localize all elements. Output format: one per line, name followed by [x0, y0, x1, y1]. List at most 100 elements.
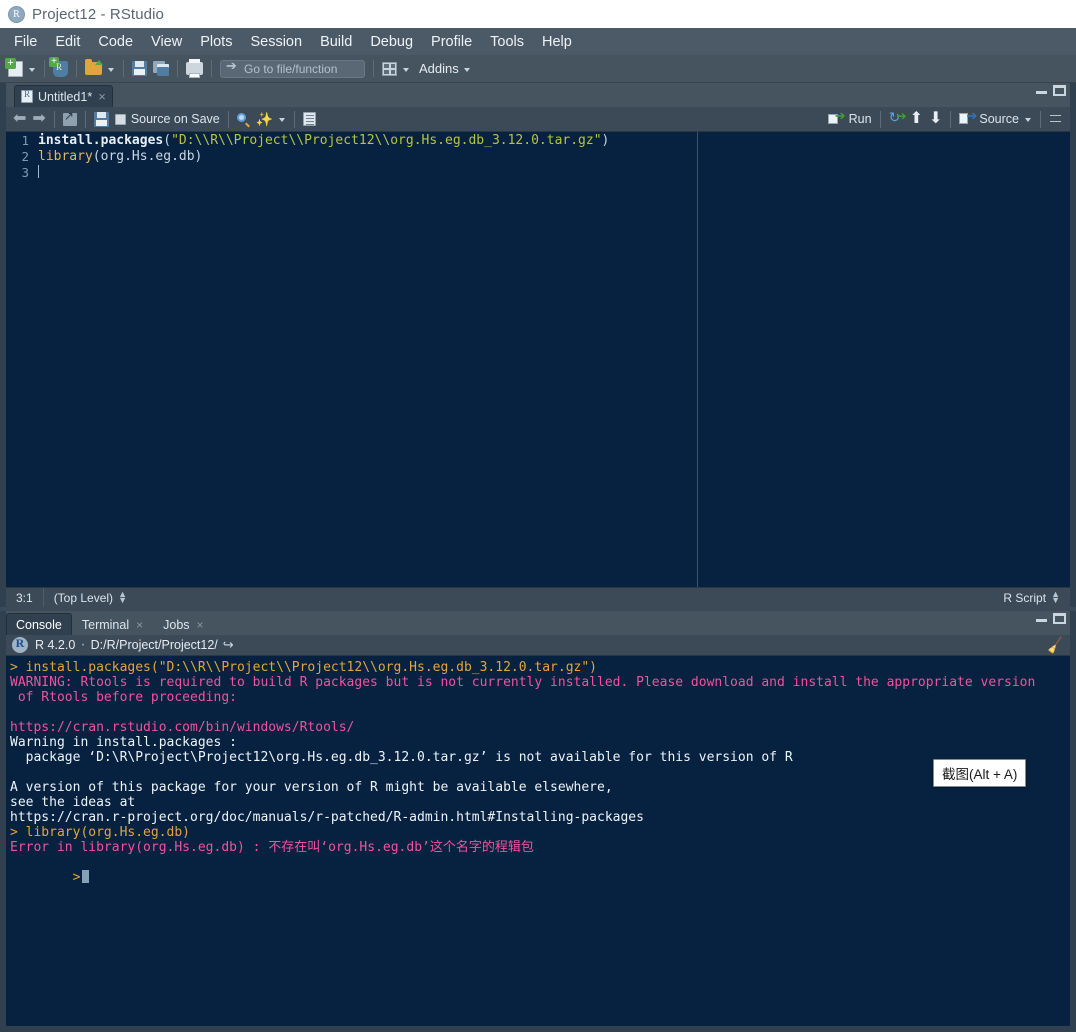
minimize-pane-icon[interactable] — [1036, 614, 1047, 623]
editor-save-button[interactable] — [92, 108, 111, 130]
rerun-button[interactable] — [887, 108, 906, 130]
console-output[interactable]: > install.packages("D:\\R\\Project\\Proj… — [6, 656, 1070, 1026]
new-file-icon — [8, 61, 23, 77]
close-icon[interactable]: × — [98, 89, 106, 104]
editor-tab-bar: Untitled1* × — [6, 83, 1070, 107]
chunk-down-icon: ⬇ — [929, 111, 942, 127]
back-arrow-icon[interactable]: ⬅ — [10, 111, 29, 127]
run-label: Run — [849, 112, 872, 126]
console-line: > library(org.Hs.eg.db) — [10, 825, 1070, 840]
console-line: see the ideas at — [10, 795, 1070, 810]
console-pane: Console Terminal × Jobs × R 4.2.0 · D:/R… — [0, 611, 1076, 1032]
console-line: https://cran.r-project.org/doc/manuals/r… — [10, 810, 1070, 825]
minimize-pane-icon[interactable] — [1036, 86, 1047, 95]
chevron-updown-icon: ▲▼ — [1051, 592, 1060, 603]
maximize-pane-icon[interactable] — [1053, 613, 1066, 624]
previous-chunk-button[interactable]: ⬆ — [908, 108, 925, 130]
tab-jobs[interactable]: Jobs × — [153, 613, 213, 635]
code-tools-button[interactable]: ✨ — [254, 108, 275, 130]
window-title: Project12 - RStudio — [32, 6, 164, 23]
source-button[interactable]: Source — [957, 108, 1021, 130]
compile-report-button[interactable] — [301, 108, 318, 130]
rstudio-window: R Project12 - RStudio File Edit Code Vie… — [0, 0, 1076, 1032]
editor-tab-untitled1[interactable]: Untitled1* × — [14, 85, 113, 107]
toolbar-separator — [1040, 111, 1041, 128]
menu-item-plots[interactable]: Plots — [192, 32, 240, 52]
print-icon — [186, 62, 203, 75]
tab-terminal[interactable]: Terminal × — [72, 613, 153, 635]
goto-file-function-input[interactable]: Go to file/function — [220, 60, 365, 78]
source-label: Source — [979, 112, 1019, 126]
console-line: Warning in install.packages : — [10, 735, 1070, 750]
toolbar-separator — [950, 111, 951, 128]
editor-tab-label: Untitled1* — [38, 90, 92, 104]
save-button[interactable] — [130, 58, 149, 80]
open-recent-dropdown-icon[interactable] — [108, 68, 114, 72]
menu-item-code[interactable]: Code — [90, 32, 141, 52]
pane-layout-button[interactable] — [380, 58, 399, 80]
chevron-updown-icon: ▲▼ — [118, 592, 127, 603]
console-cursor — [82, 870, 89, 883]
console-line — [10, 705, 1070, 720]
toolbar-separator — [123, 60, 124, 77]
new-file-button[interactable] — [6, 58, 25, 80]
new-project-icon — [53, 61, 68, 77]
broom-clear-console-icon[interactable]: 🧹 — [1045, 635, 1065, 655]
menu-item-session[interactable]: Session — [242, 32, 310, 52]
view-in-pane-icon[interactable]: ↪ — [223, 637, 234, 653]
code-scope-label: (Top Level) — [54, 591, 113, 605]
console-line: Error in library(org.Hs.eg.db) : 不存在叫‘or… — [10, 840, 1070, 855]
toolbar-separator — [294, 111, 295, 128]
toolbar-separator — [76, 60, 77, 77]
toolbar-separator — [880, 111, 881, 128]
addins-button[interactable]: Addins — [419, 61, 459, 76]
line-number: 1 — [6, 133, 38, 148]
close-icon[interactable]: × — [136, 618, 143, 632]
chunk-up-icon: ⬆ — [910, 111, 923, 127]
file-type-selector[interactable]: R Script ▲▼ — [993, 588, 1070, 607]
code-scope-selector[interactable]: (Top Level) ▲▼ — [44, 588, 137, 607]
forward-arrow-icon[interactable]: ➡ — [29, 111, 48, 127]
menu-item-profile[interactable]: Profile — [423, 32, 480, 52]
code-text — [38, 165, 39, 180]
source-on-save-label: Source on Save — [131, 112, 220, 126]
code-tools-dropdown-icon[interactable] — [279, 118, 285, 122]
source-dropdown-icon[interactable] — [1025, 118, 1031, 122]
compile-report-icon — [303, 112, 316, 126]
code-editor[interactable]: 1install.packages("D:\\R\\Project\\Proje… — [6, 132, 1070, 587]
new-file-dropdown-icon[interactable] — [29, 68, 35, 72]
text-cursor — [38, 165, 39, 178]
run-icon — [828, 113, 843, 125]
menu-item-file[interactable]: File — [6, 32, 45, 52]
menu-item-view[interactable]: View — [143, 32, 190, 52]
addins-dropdown-icon[interactable] — [464, 68, 470, 72]
document-outline-button[interactable] — [1047, 108, 1065, 130]
save-all-button[interactable] — [151, 58, 171, 80]
tab-console[interactable]: Console — [6, 613, 72, 635]
new-project-button[interactable] — [51, 58, 70, 80]
open-file-button[interactable] — [83, 58, 104, 80]
checkbox-icon — [115, 114, 126, 125]
menu-item-build[interactable]: Build — [312, 32, 360, 52]
print-button[interactable] — [184, 58, 205, 80]
code-token: "D:\\R\\Project\\Project12\\org.Hs.eg.db… — [171, 133, 601, 148]
menu-item-edit[interactable]: Edit — [47, 32, 88, 52]
tab-jobs-label: Jobs — [163, 618, 189, 632]
menu-item-debug[interactable]: Debug — [362, 32, 421, 52]
menu-item-help[interactable]: Help — [534, 32, 580, 52]
working-directory-label[interactable]: D:/R/Project/Project12/ — [91, 638, 218, 652]
toolbar-separator — [228, 111, 229, 128]
toolbar-separator — [44, 60, 45, 77]
find-replace-button[interactable] — [235, 108, 252, 130]
code-token: library — [38, 149, 93, 164]
source-editor-pane: Untitled1* × ⬅ ➡ Source on Save — [0, 83, 1076, 607]
run-button[interactable]: Run — [826, 108, 874, 130]
show-in-new-window-button[interactable] — [61, 108, 79, 130]
pane-layout-dropdown-icon[interactable] — [403, 68, 409, 72]
close-icon[interactable]: × — [197, 618, 204, 632]
source-on-save-checkbox[interactable]: Source on Save — [113, 108, 222, 130]
toolbar-separator — [54, 111, 55, 128]
next-chunk-button[interactable]: ⬇ — [927, 108, 944, 130]
maximize-pane-icon[interactable] — [1053, 85, 1066, 96]
menu-item-tools[interactable]: Tools — [482, 32, 532, 52]
